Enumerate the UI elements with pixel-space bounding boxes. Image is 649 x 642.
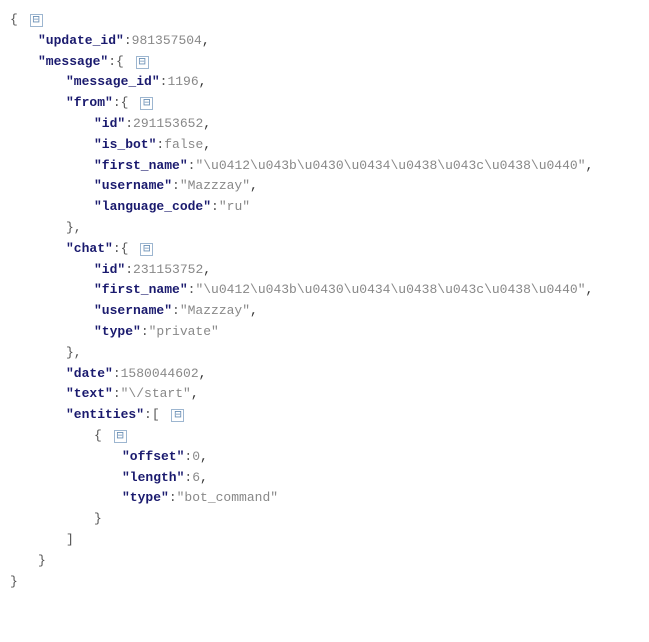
prop-update-id: "update_id":981357504, bbox=[10, 31, 639, 52]
collapse-icon[interactable]: ⊟ bbox=[30, 14, 43, 27]
prop-message-id: "message_id":1196, bbox=[10, 72, 639, 93]
prop-chat-first-name: "first_name":"\u0412\u043b\u0430\u0434\u… bbox=[10, 280, 639, 301]
root-open: { ⊟ bbox=[10, 10, 639, 31]
collapse-icon[interactable]: ⊟ bbox=[140, 243, 153, 256]
collapse-icon[interactable]: ⊟ bbox=[114, 430, 127, 443]
entities-close: ] bbox=[10, 530, 639, 551]
prop-date: "date":1580044602, bbox=[10, 364, 639, 385]
prop-from-language-code: "language_code":"ru" bbox=[10, 197, 639, 218]
collapse-icon[interactable]: ⊟ bbox=[136, 56, 149, 69]
prop-from-is-bot: "is_bot":false, bbox=[10, 135, 639, 156]
prop-entities-open: "entities":[ ⊟ bbox=[10, 405, 639, 426]
prop-chat-id: "id":231153752, bbox=[10, 260, 639, 281]
chat-close: }, bbox=[10, 343, 639, 364]
from-close: }, bbox=[10, 218, 639, 239]
prop-from-id: "id":291153652, bbox=[10, 114, 639, 135]
collapse-icon[interactable]: ⊟ bbox=[171, 409, 184, 422]
prop-chat-type: "type":"private" bbox=[10, 322, 639, 343]
prop-entity-offset: "offset":0, bbox=[10, 447, 639, 468]
prop-chat-username: "username":"Mazzzay", bbox=[10, 301, 639, 322]
prop-from-first-name: "first_name":"\u0412\u043b\u0430\u0434\u… bbox=[10, 156, 639, 177]
prop-from-username: "username":"Mazzzay", bbox=[10, 176, 639, 197]
prop-entity-type: "type":"bot_command" bbox=[10, 488, 639, 509]
prop-from-open: "from":{ ⊟ bbox=[10, 93, 639, 114]
prop-chat-open: "chat":{ ⊟ bbox=[10, 239, 639, 260]
json-tree: { ⊟ "update_id":981357504, "message":{ ⊟… bbox=[10, 10, 639, 592]
entities-item-open: { ⊟ bbox=[10, 426, 639, 447]
entities-item-close: } bbox=[10, 509, 639, 530]
prop-message-open: "message":{ ⊟ bbox=[10, 52, 639, 73]
collapse-icon[interactable]: ⊟ bbox=[140, 97, 153, 110]
message-close: } bbox=[10, 551, 639, 572]
prop-text: "text":"\/start", bbox=[10, 384, 639, 405]
root-close: } bbox=[10, 572, 639, 593]
prop-entity-length: "length":6, bbox=[10, 468, 639, 489]
